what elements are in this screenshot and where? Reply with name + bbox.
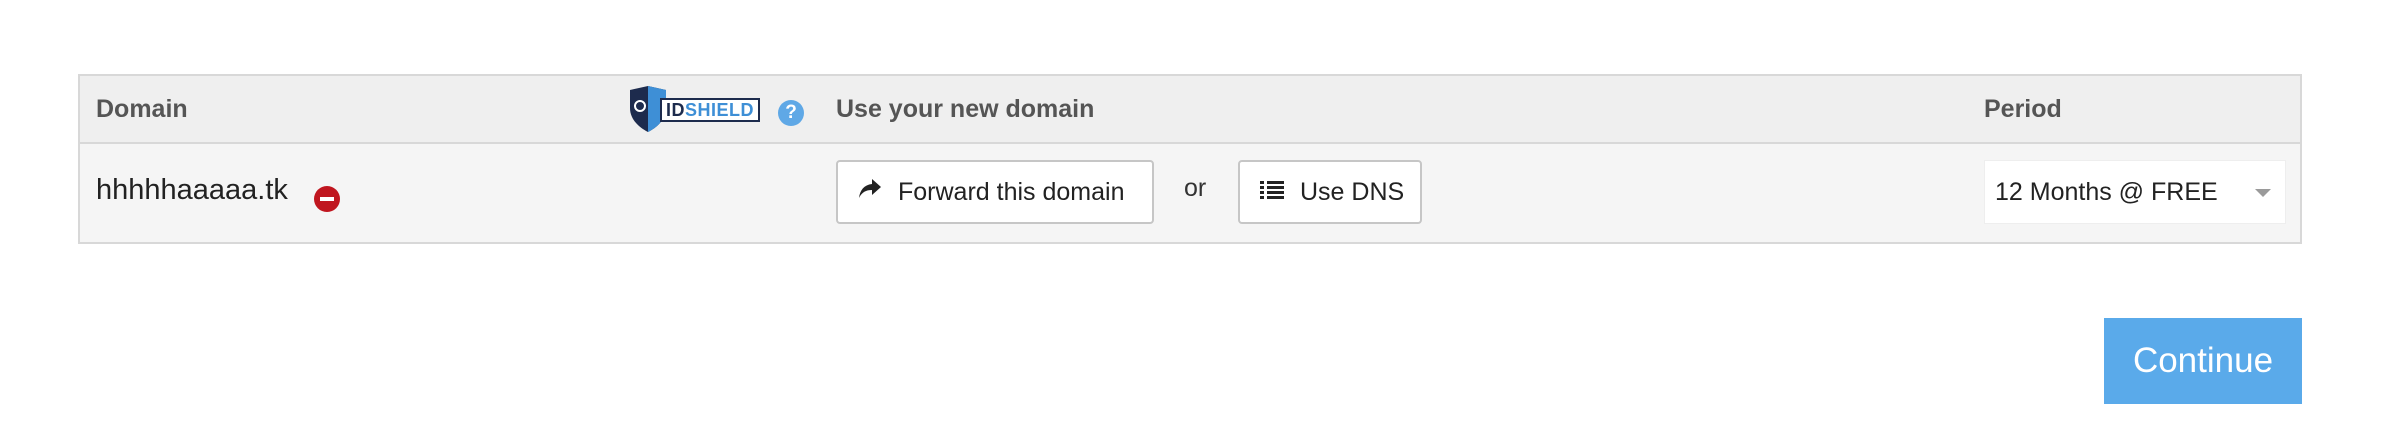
share-arrow-icon [858, 178, 882, 207]
period-select[interactable]: 12 Months @ FREE [1984, 160, 2286, 224]
period-selected-value: 12 Months @ FREE [1995, 178, 2218, 206]
domain-name: hhhhhaaaaa.tk [96, 174, 288, 206]
question-circle-icon[interactable]: ? [778, 100, 804, 126]
use-dns-button[interactable]: Use DNS [1238, 160, 1422, 224]
domain-table: Domain IDSHIELD ? Use your new domain Pe… [78, 74, 2302, 244]
continue-button[interactable]: Continue [2104, 318, 2302, 404]
list-icon [1260, 178, 1284, 207]
header-period: Period [1984, 95, 2062, 123]
idshield-logo: IDSHIELD [626, 86, 766, 132]
chevron-down-icon [2255, 189, 2271, 197]
table-header: Domain IDSHIELD ? Use your new domain Pe… [80, 76, 2300, 144]
header-domain: Domain [96, 95, 188, 123]
minus-circle-icon[interactable] [314, 186, 340, 212]
or-separator: or [1184, 174, 1207, 202]
idshield-brand-id: ID [666, 100, 685, 120]
header-use-domain: Use your new domain [836, 95, 1095, 123]
idshield-wordmark: IDSHIELD [660, 98, 760, 122]
table-row: hhhhhaaaaa.tk Forward this domain or Use… [80, 144, 2300, 242]
forward-domain-button[interactable]: Forward this domain [836, 160, 1154, 224]
use-dns-label: Use DNS [1300, 177, 1405, 206]
forward-domain-label: Forward this domain [898, 177, 1125, 206]
idshield-brand-shield: SHIELD [685, 100, 755, 120]
